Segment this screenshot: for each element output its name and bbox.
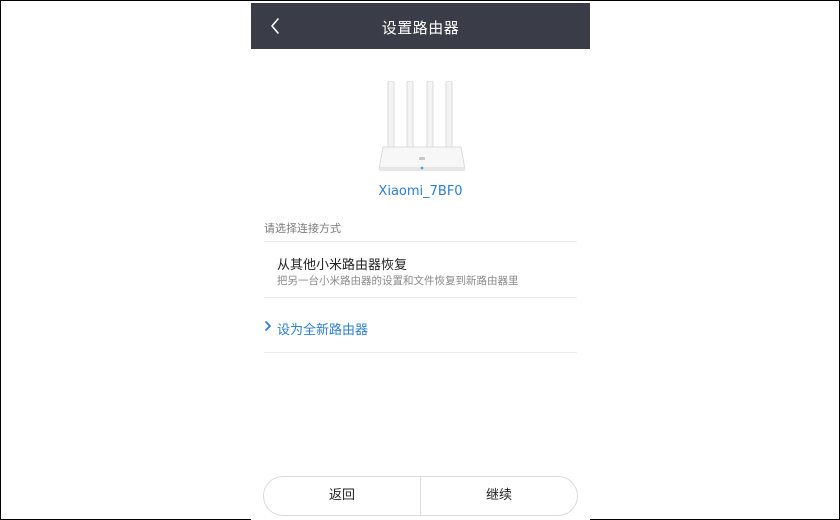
page-title: 设置路由器 xyxy=(381,19,460,37)
option-description: 把另一台小米路由器的设置和文件恢复到新路由器里 xyxy=(277,275,519,287)
option-title: 设为全新路由器 xyxy=(277,323,369,338)
device-name: Xiaomi_7BF0 xyxy=(378,184,463,199)
restore-from-router-option[interactable]: 从其他小米路由器恢复 把另一台小米路由器的设置和文件恢复到新路由器里 xyxy=(264,241,577,297)
option-title: 从其他小米路由器恢复 xyxy=(277,258,408,273)
connection-method-label: 请选择连接方式 xyxy=(264,222,341,235)
back-button[interactable]: 返回 xyxy=(264,477,420,515)
divider xyxy=(264,297,577,298)
divider xyxy=(264,352,577,353)
set-as-new-router-option[interactable]: 设为全新路由器 xyxy=(264,308,577,348)
bottom-action-bar: 返回 继续 xyxy=(263,476,578,516)
title-bar: 设置路由器 xyxy=(251,3,590,49)
app-screen: 设置路由器 Xiaomi_7BF0 请选择连接方式 从其他小米路由器恢复 把另一… xyxy=(251,3,590,520)
router-icon xyxy=(378,81,466,171)
chevron-right-icon xyxy=(265,321,271,331)
continue-button[interactable]: 继续 xyxy=(421,477,577,515)
